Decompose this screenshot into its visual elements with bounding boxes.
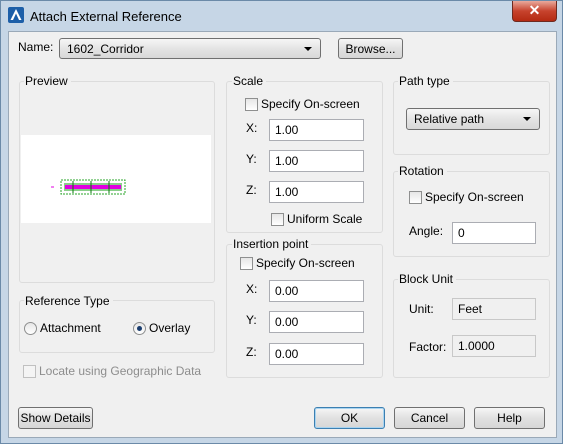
scale-y-input[interactable]: 1.00 [269,150,364,172]
insertion-x-label: X: [246,282,258,296]
preview-label: Preview [24,74,71,88]
scale-z-input[interactable]: 1.00 [269,181,364,203]
scale-y-label: Y: [246,152,257,166]
geo-data-label: Locate using Geographic Data [39,364,202,378]
name-label: Name: [18,40,54,54]
attach-xref-dialog: Attach External Reference ✕ Name: 1602_C… [0,0,563,444]
show-details-button[interactable]: Show Details [18,407,93,429]
uniform-scale-checkbox[interactable] [271,213,284,226]
attachment-radio[interactable] [24,322,37,335]
factor-value: 1.0000 [452,335,536,357]
name-value: 1602_Corridor [67,42,144,56]
scale-x-label: X: [246,121,258,135]
rotation-group [393,171,550,257]
scale-specify-checkbox[interactable] [245,98,258,111]
unit-value: Feet [452,298,536,320]
insertion-y-input[interactable]: 0.00 [269,311,364,333]
block-unit-group [393,279,550,378]
path-type-label: Path type [398,74,453,88]
scale-x-input[interactable]: 1.00 [269,119,364,141]
cancel-button[interactable]: Cancel [394,407,465,429]
help-button[interactable]: Help [474,407,545,429]
insertion-specify-checkbox[interactable] [240,257,253,270]
chevron-down-icon [523,117,531,121]
attachment-label: Attachment [40,321,101,335]
block-unit-label: Block Unit [398,272,457,286]
chevron-down-icon [304,47,312,51]
window-title: Attach External Reference [30,9,182,24]
autocad-icon [8,7,24,23]
insertion-z-label: Z: [246,345,257,359]
title-bar[interactable]: Attach External Reference ✕ [1,1,562,31]
insertion-y-label: Y: [246,313,257,327]
insertion-x-input[interactable]: 0.00 [269,280,364,302]
browse-button[interactable]: Browse... [338,38,403,59]
insertion-label: Insertion point [232,237,312,251]
dialog-body: Name: 1602_Corridor Browse... Preview Re… [8,31,557,438]
factor-label: Factor: [409,340,447,354]
rotation-specify-checkbox[interactable] [409,191,422,204]
close-icon: ✕ [528,2,541,18]
insertion-z-input[interactable]: 0.00 [269,343,364,365]
xref-preview-drawing [51,179,126,195]
geo-data-checkbox[interactable] [23,365,36,378]
rotation-specify-label: Specify On-screen [425,190,524,204]
angle-input[interactable]: 0 [452,222,536,244]
overlay-label: Overlay [149,321,191,335]
path-type-value: Relative path [414,112,485,126]
angle-label: Angle: [409,224,444,238]
reference-type-label: Reference Type [24,294,113,308]
preview-image [21,135,211,223]
unit-label: Unit: [409,302,434,316]
close-button[interactable]: ✕ [512,1,557,22]
scale-label: Scale [232,74,267,88]
ok-button[interactable]: OK [314,407,385,429]
scale-specify-label: Specify On-screen [261,97,360,111]
rotation-label: Rotation [398,164,447,178]
uniform-scale-label: Uniform Scale [287,212,363,226]
scale-z-label: Z: [246,183,257,197]
name-dropdown[interactable]: 1602_Corridor [59,38,321,59]
insertion-specify-label: Specify On-screen [256,256,355,270]
overlay-radio[interactable] [133,322,146,335]
path-type-dropdown[interactable]: Relative path [406,108,540,130]
